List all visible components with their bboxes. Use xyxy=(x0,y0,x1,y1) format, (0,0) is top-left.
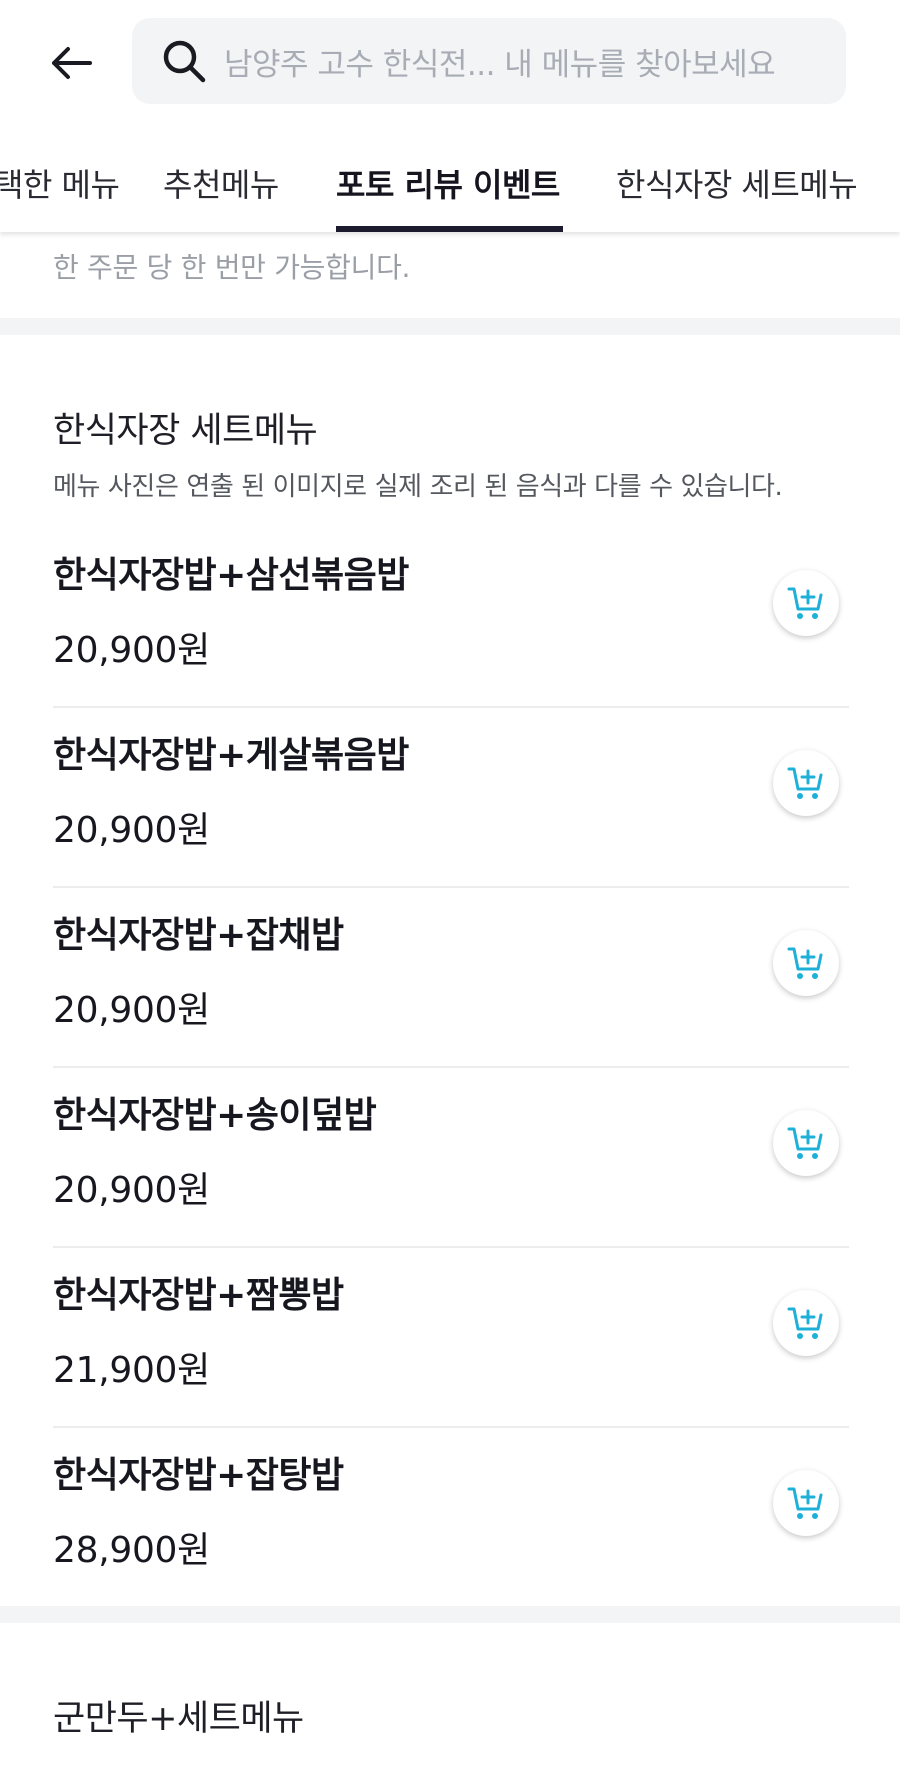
add-to-cart-button[interactable] xyxy=(773,930,839,996)
section-title: 한식자장 세트메뉴 xyxy=(53,411,318,451)
notice-text: 한 주문 당 한 번만 가능합니다. xyxy=(53,251,411,284)
back-button[interactable] xyxy=(40,32,102,94)
add-to-cart-button[interactable] xyxy=(773,750,839,816)
search-icon xyxy=(158,35,210,87)
menu-item-name: 한식자장밥+게살볶음밥 xyxy=(53,735,409,776)
search-input[interactable]: 남양주 고수 한식전... 내 메뉴를 찾아보세요 xyxy=(132,18,846,104)
menu-item[interactable]: 한식자장밥+잡채밥 20,900원 xyxy=(53,906,849,1086)
menu-item-price: 20,900원 xyxy=(53,990,210,1031)
cart-add-icon xyxy=(787,947,823,979)
section-description: 메뉴 사진은 연출 된 이미지로 실제 조리 된 음식과 다를 수 있습니다. xyxy=(53,472,783,502)
menu-item-name: 한식자장밥+짬뽕밥 xyxy=(53,1275,344,1316)
menu-item[interactable]: 한식자장밥+송이덮밥 20,900원 xyxy=(53,1086,849,1266)
cart-add-icon xyxy=(787,1127,823,1159)
cart-add-icon xyxy=(787,767,823,799)
active-tab-indicator xyxy=(336,226,563,232)
menu-item[interactable]: 한식자장밥+게살볶음밥 20,900원 xyxy=(53,726,849,906)
menu-item-name: 한식자장밥+잡채밥 xyxy=(53,915,344,956)
item-divider xyxy=(53,706,849,708)
menu-item-price: 20,900원 xyxy=(53,630,210,671)
top-bar: 남양주 고수 한식전... 내 메뉴를 찾아보세요 xyxy=(0,0,900,120)
tab-recommended-menu[interactable]: 추천메뉴 xyxy=(163,160,279,206)
menu-item-price: 20,900원 xyxy=(53,810,210,851)
menu-item[interactable]: 한식자장밥+삼선볶음밥 20,900원 xyxy=(53,546,849,726)
menu-item[interactable]: 한식자장밥+잡탕밥 28,900원 xyxy=(53,1446,849,1626)
menu-item-name: 한식자장밥+삼선볶음밥 xyxy=(53,555,409,596)
item-divider xyxy=(53,1066,849,1068)
tab-selected-menu[interactable]: 택한 메뉴 xyxy=(0,160,120,206)
cart-add-icon xyxy=(787,1487,823,1519)
arrow-left-icon xyxy=(52,47,92,79)
item-divider xyxy=(53,886,849,888)
menu-item[interactable]: 한식자장밥+짬뽕밥 21,900원 xyxy=(53,1266,849,1446)
add-to-cart-button[interactable] xyxy=(773,1290,839,1356)
menu-item-price: 21,900원 xyxy=(53,1350,210,1391)
cart-add-icon xyxy=(787,587,823,619)
menu-item-name: 한식자장밥+잡탕밥 xyxy=(53,1455,344,1496)
item-divider xyxy=(53,1246,849,1248)
add-to-cart-button[interactable] xyxy=(773,1110,839,1176)
section-divider xyxy=(0,1606,900,1623)
search-placeholder: 남양주 고수 한식전... 내 메뉴를 찾아보세요 xyxy=(224,46,776,83)
tab-photo-review-event[interactable]: 포토 리뷰 이벤트 xyxy=(336,160,560,206)
cart-add-icon xyxy=(787,1307,823,1339)
menu-item-price: 20,900원 xyxy=(53,1170,210,1211)
tab-set-menu[interactable]: 한식자장 세트메뉴 xyxy=(616,160,858,206)
next-section-title: 군만두+세트메뉴 xyxy=(53,1699,304,1739)
item-divider xyxy=(53,1426,849,1428)
notice-section: 한 주문 당 한 번만 가능합니다. xyxy=(0,232,900,318)
add-to-cart-button[interactable] xyxy=(773,1470,839,1536)
menu-item-name: 한식자장밥+송이덮밥 xyxy=(53,1095,377,1136)
category-tabs: 택한 메뉴 추천메뉴 포토 리뷰 이벤트 한식자장 세트메뉴 xyxy=(0,120,900,232)
menu-item-price: 28,900원 xyxy=(53,1530,210,1571)
add-to-cart-button[interactable] xyxy=(773,570,839,636)
section-divider xyxy=(0,318,900,335)
